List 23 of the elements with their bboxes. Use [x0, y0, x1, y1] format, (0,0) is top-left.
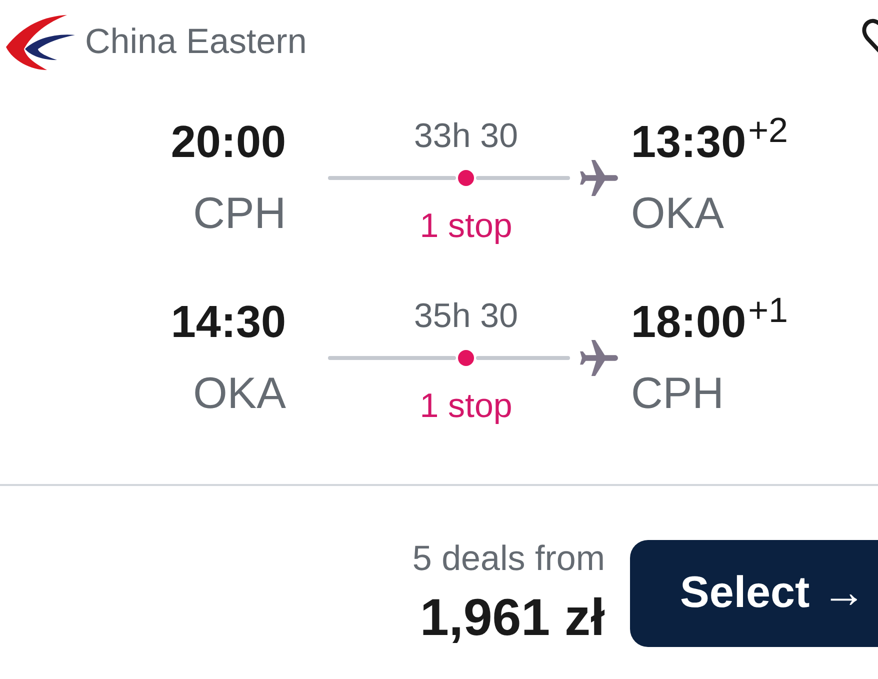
plane-icon: [580, 340, 618, 376]
flight-duration: 35h 30: [414, 296, 518, 336]
airline-name: China Eastern: [85, 22, 307, 62]
deals-count: 5 deals from: [412, 539, 605, 579]
day-offset: +1: [748, 291, 788, 331]
stops-label: 1 stop: [420, 386, 512, 426]
arrival-time: 13:30: [631, 116, 746, 168]
departure-airport: OKA: [193, 368, 286, 420]
arrival-airport: OKA: [631, 188, 724, 240]
stops-label: 1 stop: [420, 206, 512, 246]
price-amount: 1,961 zł: [420, 589, 605, 647]
day-offset: +2: [748, 111, 788, 151]
flight-duration: 33h 30: [414, 116, 518, 156]
stop-dot-icon: [458, 170, 474, 186]
plane-icon: [580, 160, 618, 196]
departure-airport: CPH: [193, 188, 286, 240]
arrival-airport: CPH: [631, 368, 724, 420]
departure-time: 14:30: [170, 296, 286, 348]
arrival-time: 18:00: [631, 296, 746, 348]
stop-dot-icon: [458, 350, 474, 366]
select-button[interactable]: Select →: [630, 540, 878, 646]
airline-logo-icon: [5, 14, 75, 70]
departure-time: 20:00: [170, 116, 286, 168]
